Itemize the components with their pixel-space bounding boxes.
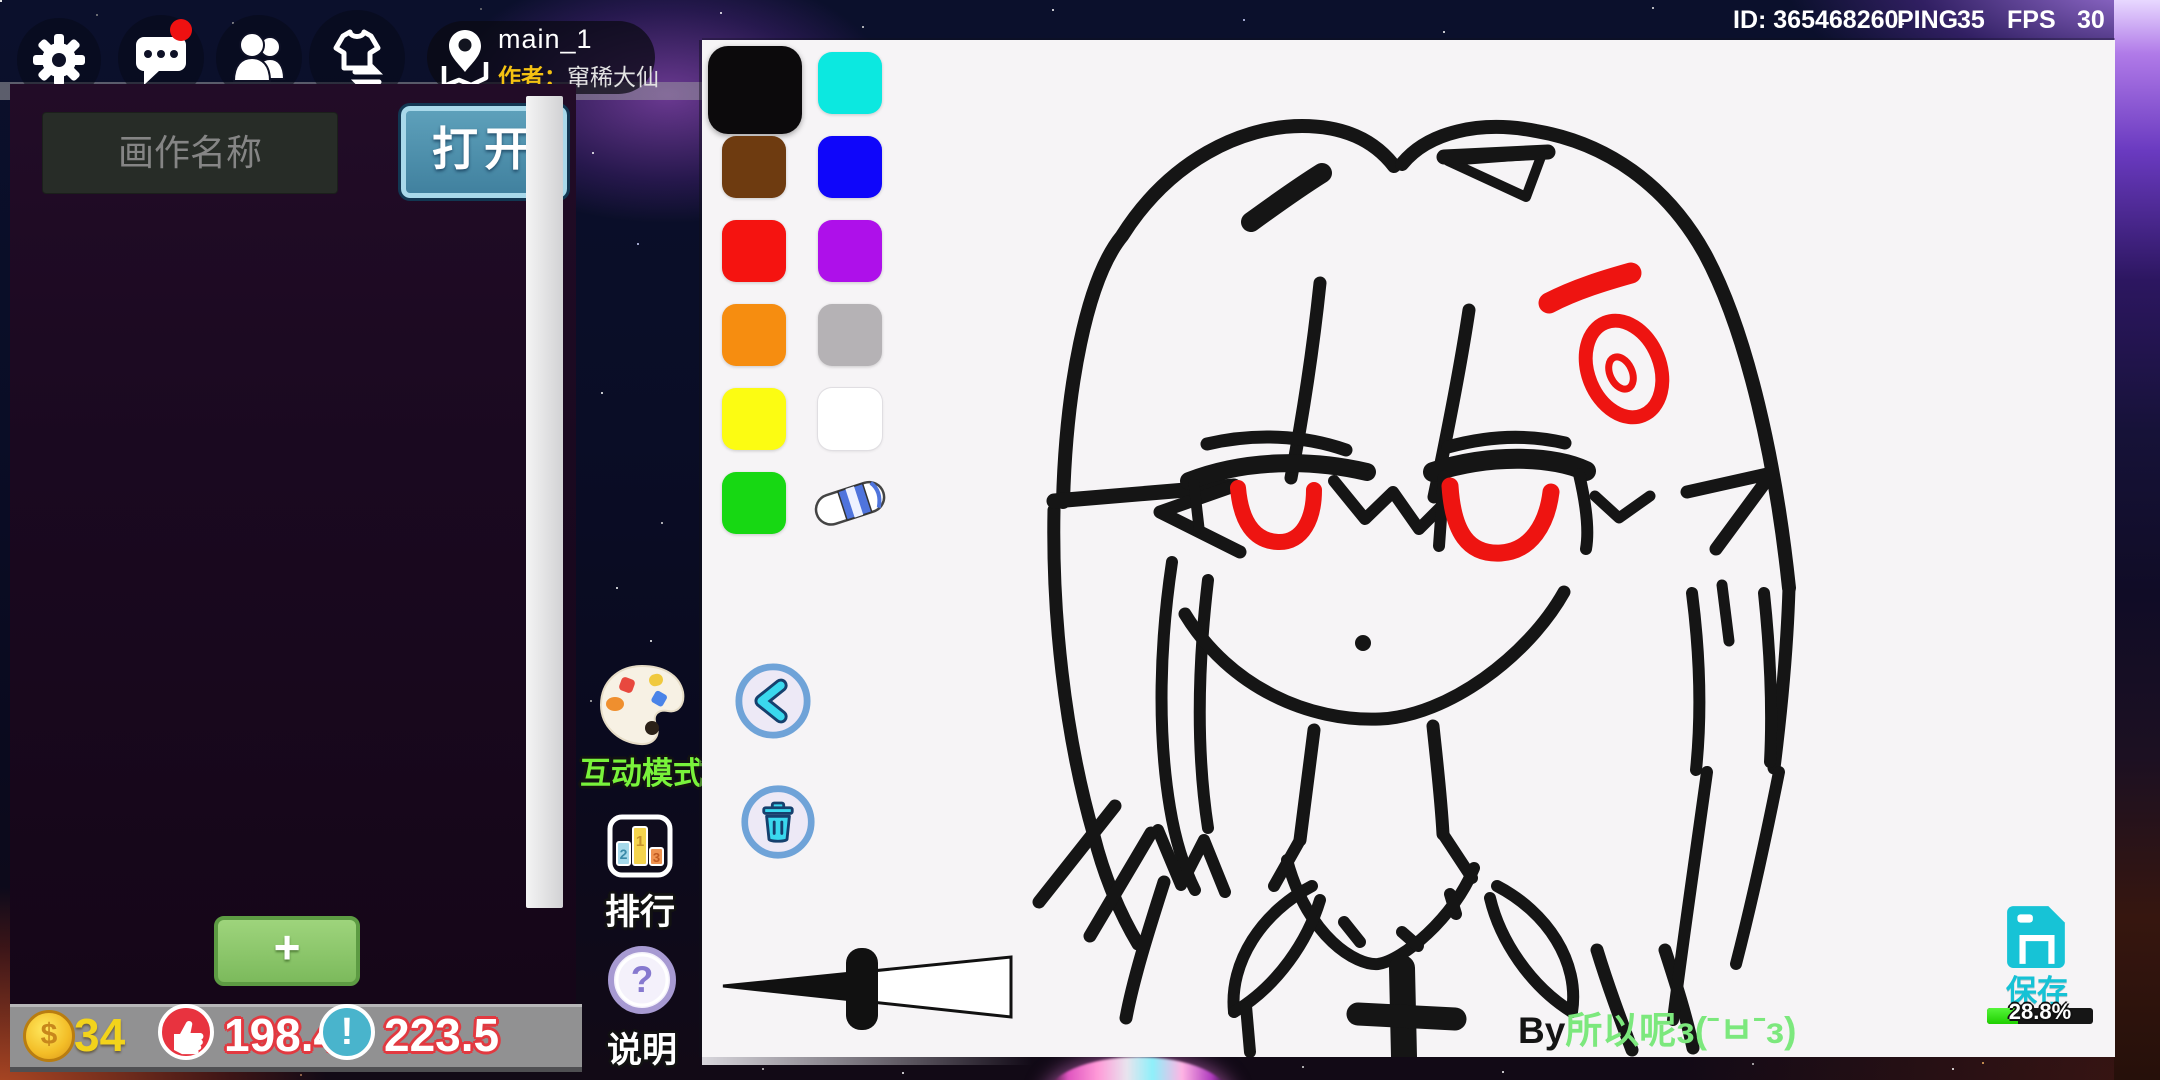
- save-progress-text: 28.8%: [1985, 999, 2095, 1025]
- ping-label: PING: [1897, 6, 1958, 36]
- planet-ring-glow: [1046, 1057, 1230, 1080]
- color-swatch-purple[interactable]: [818, 220, 882, 282]
- ranking-podium-icon: 2 1 3: [607, 814, 673, 878]
- signature-by: By: [1518, 1010, 1565, 1051]
- ranking-label: 排行: [584, 884, 696, 935]
- player-id: ID: 365468260: [1733, 6, 1898, 36]
- coin-icon: $: [23, 1010, 75, 1062]
- color-swatch-white[interactable]: [818, 388, 882, 450]
- question-mark-icon: ?: [608, 946, 676, 1014]
- svg-text:?: ?: [631, 959, 654, 1000]
- artwork-signature: By所以呢ɜ(ˉㅂˉɜ): [1518, 1000, 1796, 1054]
- notification-dot: [170, 19, 192, 41]
- coin-count: 34: [74, 1008, 125, 1062]
- warning-icon: !: [319, 1004, 375, 1060]
- thumbs-up-icon: [158, 1004, 214, 1060]
- artwork-list[interactable]: [42, 210, 522, 900]
- author-name: 窜稀大仙: [567, 64, 659, 90]
- color-swatch-brown[interactable]: [722, 136, 786, 198]
- artwork-sketch[interactable]: [702, 40, 2115, 1057]
- color-swatch-gray[interactable]: [818, 304, 882, 366]
- brush-size-handle[interactable]: [846, 948, 878, 1030]
- eraser-icon: [806, 464, 896, 542]
- palette-icon: [594, 662, 690, 748]
- color-swatch-green[interactable]: [722, 472, 786, 534]
- interactive-mode-label: 互动模式: [578, 748, 706, 793]
- ping-value: 35: [1957, 6, 1985, 36]
- brush-size-slider[interactable]: [713, 938, 1025, 1038]
- nebula-right-edge: [2114, 0, 2160, 1080]
- eraser-tool[interactable]: [806, 464, 896, 542]
- help-button[interactable]: ?: [608, 946, 676, 1014]
- save-floppy-icon: [2005, 904, 2069, 970]
- canvas-underglow: [702, 1057, 1032, 1065]
- color-swatch-blue[interactable]: [818, 136, 882, 198]
- fps-label: FPS: [2007, 6, 2056, 36]
- game-screen: ID: 365468260 PING 35 FPS 30: [0, 0, 2160, 1080]
- svg-text:3: 3: [653, 850, 660, 865]
- artwork-list-scrollbar[interactable]: [526, 96, 563, 908]
- color-swatch-red[interactable]: [722, 220, 786, 282]
- undo-icon: [734, 662, 812, 740]
- svg-text:1: 1: [636, 833, 644, 850]
- starfield-orange: [0, 0, 2, 2]
- map-pin-icon: [432, 26, 498, 92]
- clear-button[interactable]: [740, 784, 818, 862]
- interactive-mode-button[interactable]: [594, 662, 690, 748]
- undo-button[interactable]: [734, 662, 812, 740]
- fps-value: 30: [2077, 6, 2105, 36]
- color-swatch-yellow[interactable]: [722, 388, 786, 450]
- color-swatch-orange[interactable]: [722, 304, 786, 366]
- color-swatch-cyan[interactable]: [818, 52, 882, 114]
- save-button[interactable]: [2005, 904, 2069, 970]
- map-name: main_1: [498, 24, 593, 55]
- help-label: 说明: [586, 1022, 698, 1073]
- warnings-count: 223.5: [384, 1008, 499, 1062]
- ranking-button[interactable]: 2 1 3: [607, 814, 673, 878]
- trash-icon: [740, 784, 816, 860]
- svg-text:2: 2: [620, 846, 628, 862]
- signature-name: 所以呢ɜ(ˉㅂˉɜ): [1565, 1010, 1796, 1051]
- artwork-name-input[interactable]: [42, 112, 338, 194]
- drawing-canvas[interactable]: By所以呢ɜ(ˉㅂˉɜ): [702, 40, 2115, 1057]
- add-artwork-button[interactable]: +: [214, 916, 360, 986]
- color-swatch-black[interactable]: [708, 46, 802, 134]
